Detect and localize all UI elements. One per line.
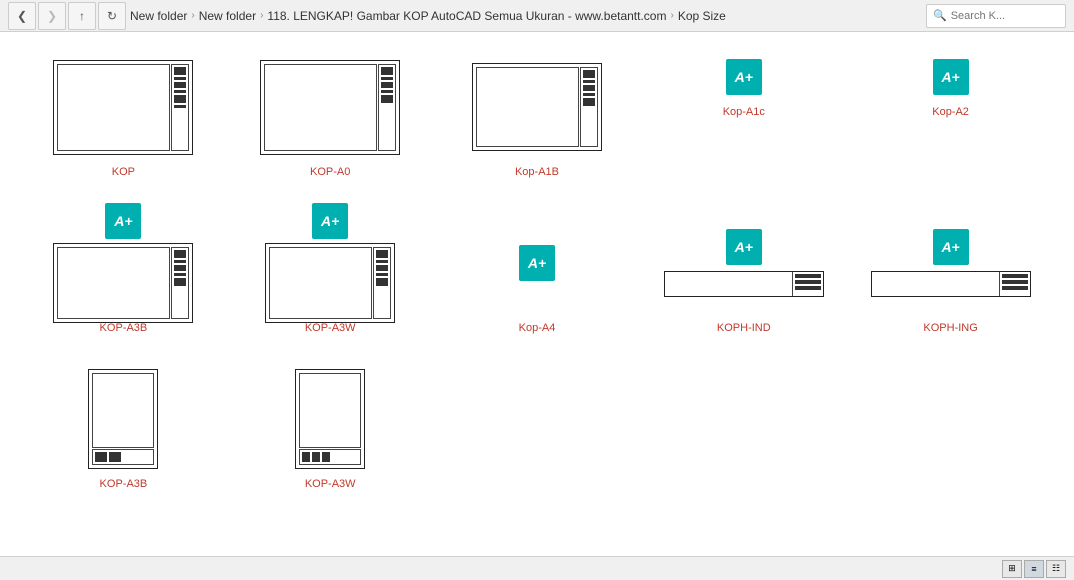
file-thumb-kop-a3w — [250, 208, 410, 318]
file-name-kop-a4: Kop-A4 — [519, 322, 556, 334]
file-name-kop-a2: Kop-A2 — [932, 106, 969, 118]
file-item-kop-a3b[interactable]: KOP-A3B — [30, 208, 217, 334]
file-name-kop-a1c: Kop-A1c — [723, 106, 765, 118]
file-thumb-kop-a4 — [457, 208, 617, 318]
file-item-kop-a1c[interactable]: Kop-A1c — [650, 52, 837, 118]
breadcrumb-main-folder[interactable]: 118. LENGKAP! Gambar KOP AutoCAD Semua U… — [267, 9, 666, 23]
file-item-kop-a3b-portrait[interactable]: KOP-A3B — [30, 364, 217, 490]
file-name-koph-ind: KOPH-IND — [717, 322, 771, 334]
file-name-koph-ing: KOPH-ING — [923, 322, 977, 334]
file-item-kop-a4[interactable]: Kop-A4 — [444, 208, 631, 334]
file-thumb-kop-a1c — [664, 52, 824, 102]
up-button[interactable]: ↑ — [68, 2, 96, 30]
file-thumb-kop-a3b — [43, 208, 203, 318]
acad-icon-koph-ind — [726, 229, 762, 265]
file-item-kop-a1b[interactable]: Kop-A1B — [444, 52, 631, 178]
file-name-kop-a3b: KOP-A3B — [100, 322, 148, 334]
file-name-kop: KOP — [112, 166, 135, 178]
file-item-koph-ing[interactable]: KOPH-ING — [857, 208, 1044, 334]
file-item-koph-ind[interactable]: KOPH-IND — [650, 208, 837, 334]
file-thumb-kop-a0 — [250, 52, 410, 162]
view-detail-button[interactable]: ☷ — [1046, 560, 1066, 578]
breadcrumb-kop-size[interactable]: Kop Size — [678, 9, 726, 23]
file-item-kop-a3w[interactable]: KOP-A3W — [237, 208, 424, 334]
file-name-kop-a0: KOP-A0 — [310, 166, 350, 178]
refresh-button[interactable]: ↻ — [98, 2, 126, 30]
acad-icon-kop-a1c — [726, 59, 762, 95]
file-name-kop-a3b-portrait: KOP-A3B — [100, 478, 148, 490]
file-item-kop-a0[interactable]: KOP-A0 — [237, 52, 424, 178]
back-button[interactable]: ❮ — [8, 2, 36, 30]
file-name-kop-a3w-portrait: KOP-A3W — [305, 478, 356, 490]
file-thumb-kop-a2 — [871, 52, 1031, 102]
file-item-kop-a3w-portrait[interactable]: KOP-A3W — [237, 364, 424, 490]
search-icon: 🔍 — [933, 9, 947, 22]
file-name-kop-a1b: Kop-A1B — [515, 166, 559, 178]
file-thumb-kop — [43, 52, 203, 162]
top-bar: ❮ ❯ ↑ ↻ New folder › New folder › 118. L… — [0, 0, 1074, 32]
acad-icon-kop-a4 — [519, 245, 555, 281]
file-item-kop[interactable]: KOP — [30, 52, 217, 178]
view-list-button[interactable]: ≡ — [1024, 560, 1044, 578]
file-name-kop-a3w: KOP-A3W — [305, 322, 356, 334]
forward-button: ❯ — [38, 2, 66, 30]
content-area: KOP KOP-A0 — [0, 32, 1074, 556]
file-thumb-kop-a3b-portrait — [43, 364, 203, 474]
acad-icon-kop-a2 — [933, 59, 969, 95]
nav-buttons: ❮ ❯ ↑ ↻ — [8, 2, 126, 30]
file-item-kop-a2[interactable]: Kop-A2 — [857, 52, 1044, 118]
view-grid-button[interactable]: ⊞ — [1002, 560, 1022, 578]
acad-icon-kop-a3b — [105, 203, 141, 239]
acad-icon-kop-a3w — [312, 203, 348, 239]
breadcrumb-new-folder-1[interactable]: New folder — [130, 9, 187, 23]
file-thumb-koph-ing — [871, 208, 1031, 318]
file-grid: KOP KOP-A0 — [30, 52, 1044, 490]
file-thumb-koph-ind — [664, 208, 824, 318]
status-bar: ⊞ ≡ ☷ — [0, 556, 1074, 580]
breadcrumb-new-folder-2[interactable]: New folder — [199, 9, 256, 23]
file-thumb-kop-a3w-portrait — [250, 364, 410, 474]
acad-icon-koph-ing — [933, 229, 969, 265]
search-box[interactable]: 🔍 — [926, 4, 1066, 28]
search-input[interactable] — [951, 10, 1051, 22]
file-thumb-kop-a1b — [457, 52, 617, 162]
view-buttons: ⊞ ≡ ☷ — [1002, 560, 1066, 578]
breadcrumb: New folder › New folder › 118. LENGKAP! … — [130, 9, 922, 23]
